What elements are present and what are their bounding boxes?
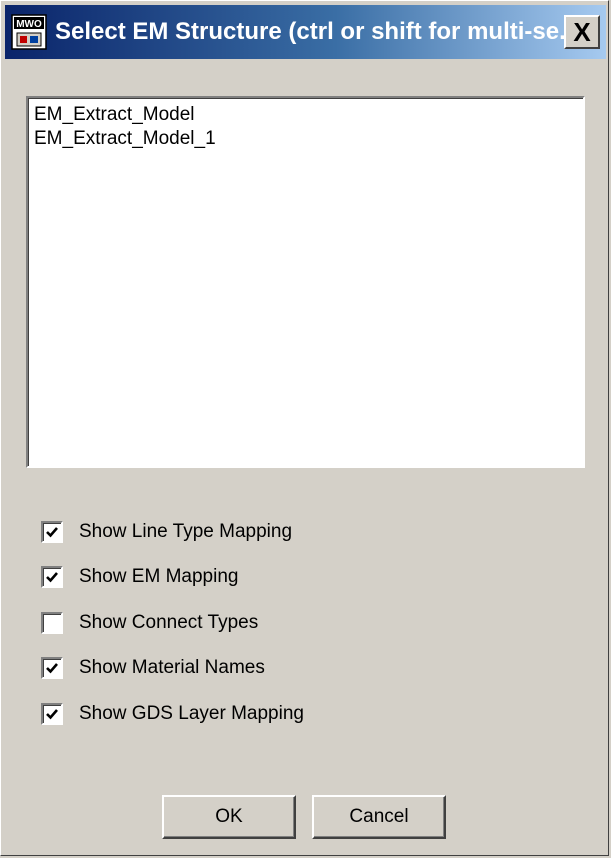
checkbox[interactable] — [41, 566, 63, 589]
title-bar[interactable]: MWO Select EM Structure (ctrl or shift f… — [5, 5, 606, 59]
ok-button[interactable]: OK — [162, 795, 296, 839]
checkbox[interactable] — [41, 657, 63, 680]
app-icon: MWO — [11, 14, 47, 50]
close-button[interactable]: X — [564, 15, 600, 49]
ok-button-label: OK — [215, 806, 243, 827]
option-label[interactable]: Show Line Type Mapping — [79, 521, 292, 543]
option-em-mapping[interactable]: Show EM Mapping — [41, 555, 304, 601]
checkmark-icon — [46, 572, 58, 583]
list-item[interactable]: EM_Extract_Model — [34, 103, 577, 127]
checkbox[interactable] — [41, 611, 63, 634]
structure-listbox[interactable]: EM_Extract_Model EM_Extract_Model_1 — [26, 96, 585, 468]
option-label[interactable]: Show Material Names — [79, 657, 265, 679]
checkmark-icon — [46, 708, 58, 720]
option-label[interactable]: Show Connect Types — [79, 612, 258, 634]
option-label[interactable]: Show EM Mapping — [79, 566, 238, 588]
option-line-type-mapping[interactable]: Show Line Type Mapping — [41, 509, 304, 555]
option-gds-layer-mapping[interactable]: Show GDS Layer Mapping — [41, 691, 304, 737]
cancel-button[interactable]: Cancel — [312, 795, 446, 839]
cancel-button-label: Cancel — [349, 806, 409, 827]
checkmark-icon — [46, 663, 58, 674]
close-icon: X — [573, 17, 591, 47]
options-group: Show Line Type Mapping Show EM Mapping S… — [41, 509, 304, 737]
option-label[interactable]: Show GDS Layer Mapping — [79, 703, 304, 725]
checkbox[interactable] — [41, 520, 63, 543]
list-item[interactable]: EM_Extract_Model_1 — [34, 127, 577, 151]
option-material-names[interactable]: Show Material Names — [41, 646, 304, 692]
svg-text:MWO: MWO — [16, 19, 42, 30]
option-connect-types[interactable]: Show Connect Types — [41, 600, 304, 646]
checkmark-icon — [46, 526, 58, 538]
window-title: Select EM Structure (ctrl or shift for m… — [55, 18, 564, 45]
checkbox[interactable] — [41, 702, 63, 725]
dialog-window: MWO Select EM Structure (ctrl or shift f… — [0, 0, 609, 856]
